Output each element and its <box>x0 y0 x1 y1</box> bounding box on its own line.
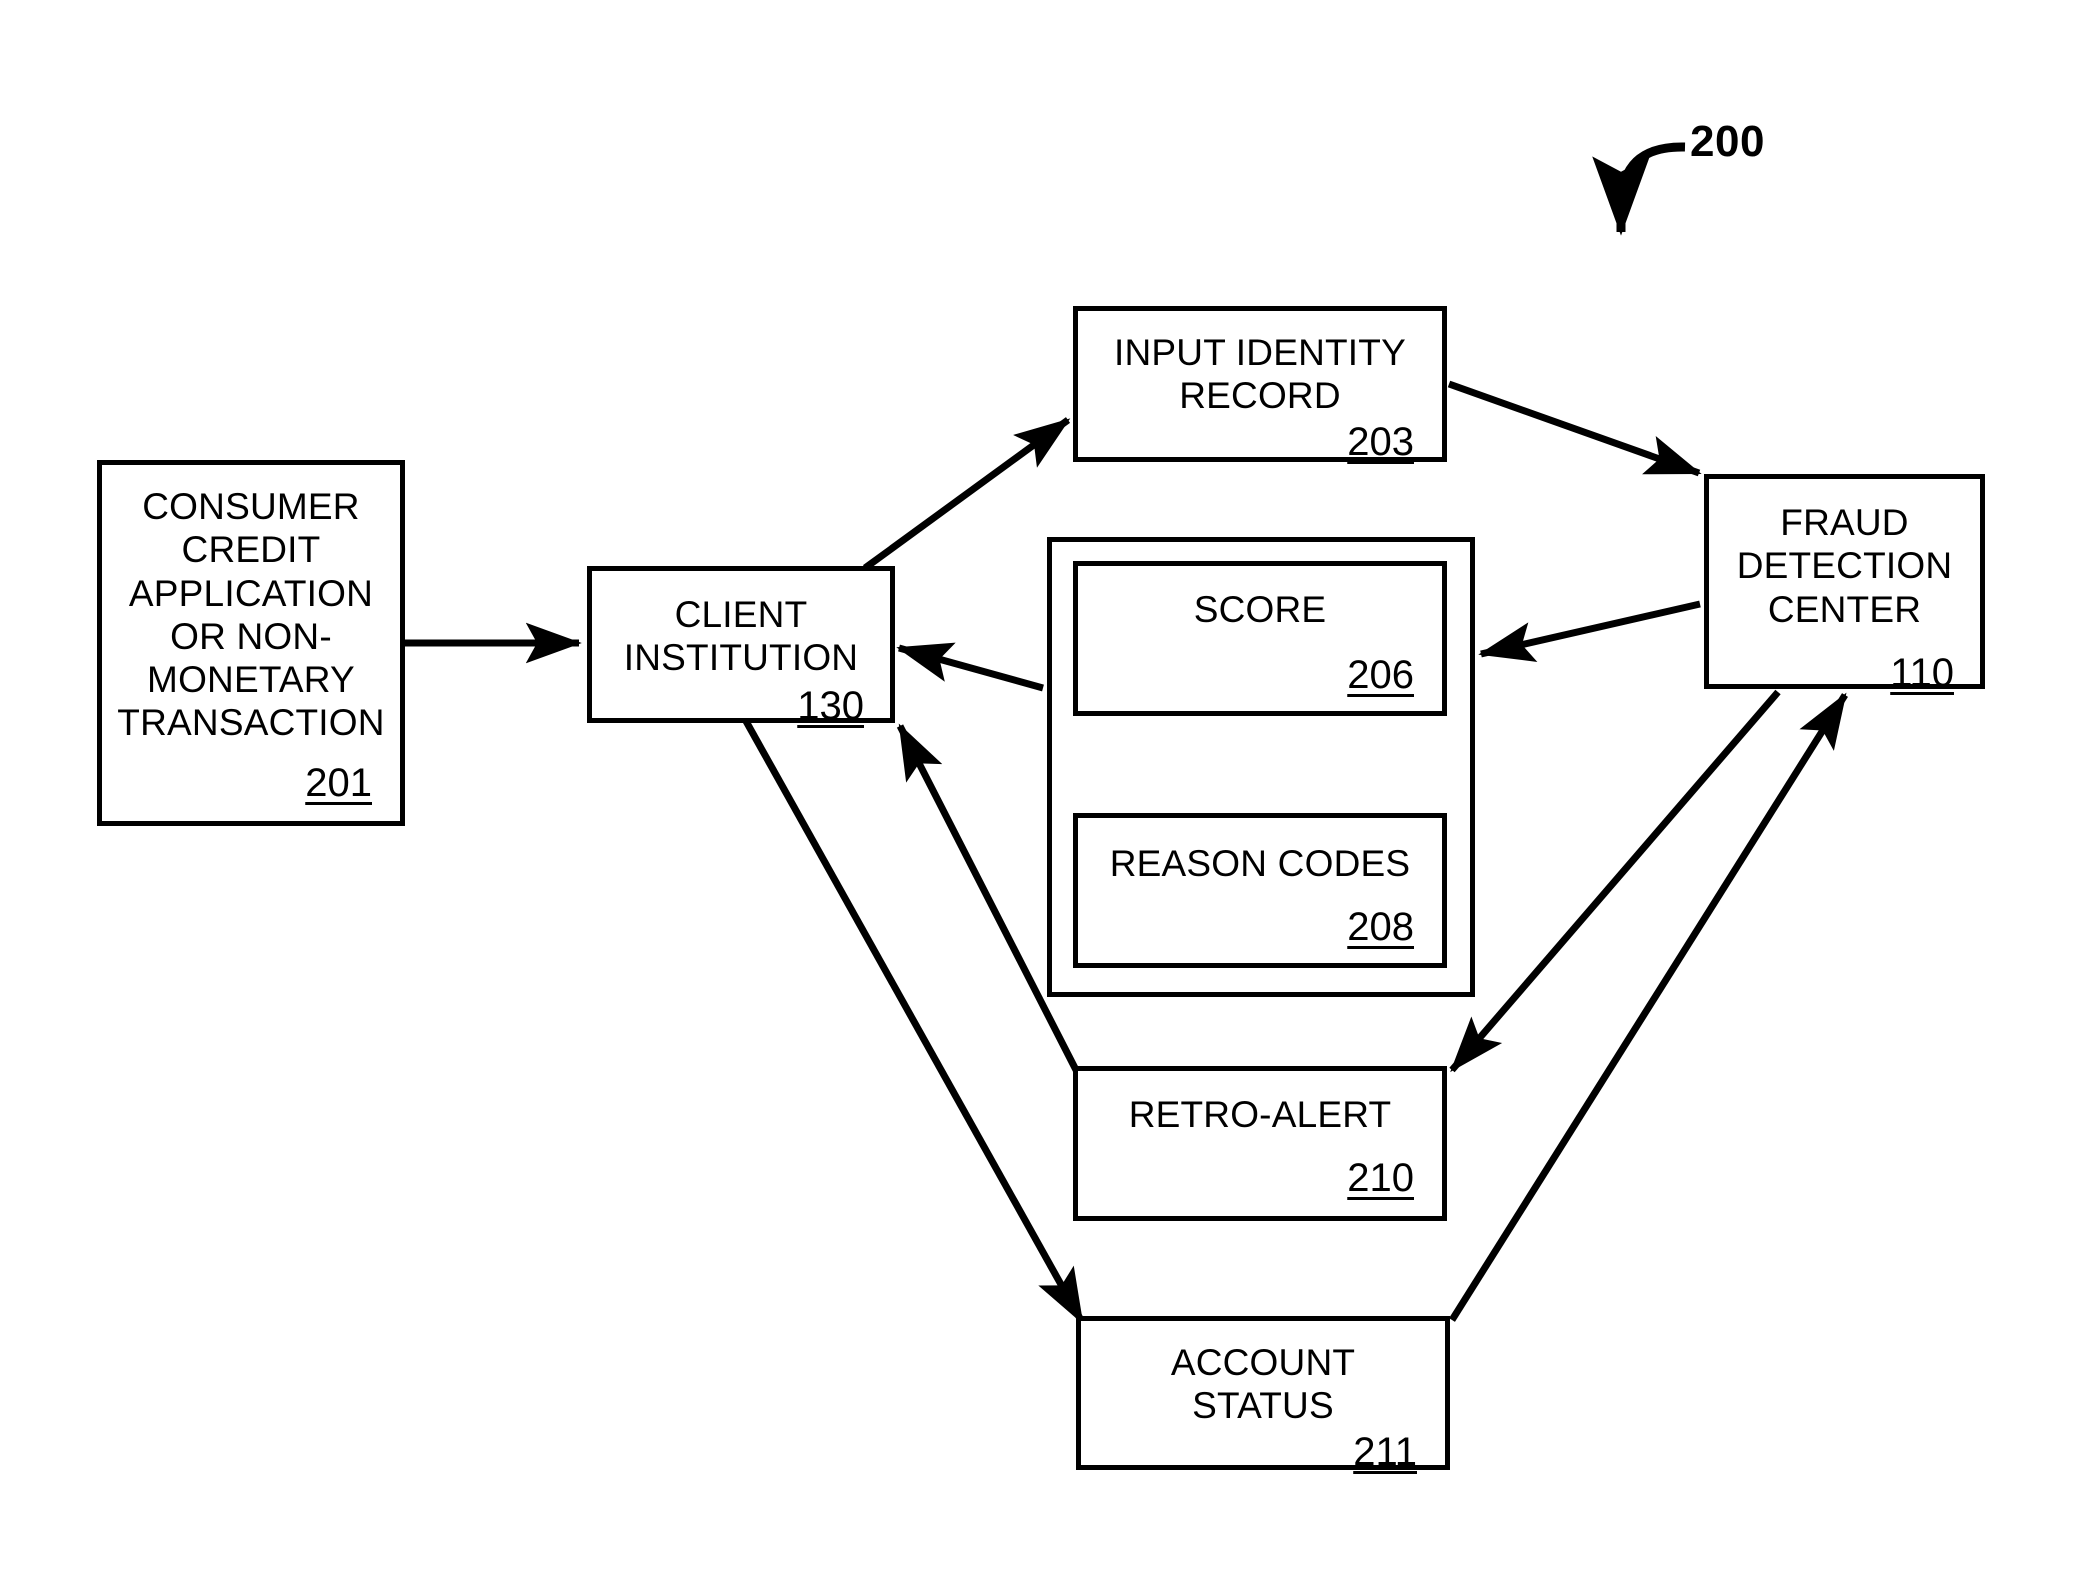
node-title: REASON CODES <box>1109 843 1411 884</box>
figure-leader-arrow <box>1592 142 1686 236</box>
figure-reference-numeral: 200 <box>1690 117 1765 166</box>
node-reference-numeral: 208 <box>1347 905 1414 950</box>
connector-110-to-210 <box>1449 689 1781 1073</box>
node-reference-numeral: 206 <box>1347 653 1414 698</box>
node-title: ACCOUNT STATUS <box>1170 1342 1356 1427</box>
connector-130-to-203 <box>862 417 1071 571</box>
patent-figure-200: CONSUMER CREDIT APPLICATION OR NON- MONE… <box>0 0 2090 1596</box>
node-reference-numeral: 210 <box>1347 1156 1414 1201</box>
node-title: FRAUD DETECTION CENTER <box>1736 502 1953 630</box>
node-consumer-credit-application[interactable]: CONSUMER CREDIT APPLICATION OR NON- MONE… <box>97 460 405 826</box>
connector-score-group-to-130 <box>896 642 1044 692</box>
connector-211-to-110 <box>1449 692 1848 1322</box>
node-score[interactable]: SCORE 206 <box>1073 561 1447 716</box>
node-title: CONSUMER CREDIT APPLICATION OR NON- MONE… <box>117 486 385 744</box>
node-reference-numeral: 130 <box>797 683 864 728</box>
node-title: RETRO-ALERT <box>1128 1094 1392 1135</box>
connector-130-to-211 <box>738 712 1086 1325</box>
node-title: CLIENT INSTITUTION <box>623 594 859 679</box>
node-reason-codes[interactable]: REASON CODES 208 <box>1073 813 1447 968</box>
connector-110-to-score-group <box>1478 600 1701 662</box>
node-reference-numeral: 110 <box>1890 650 1954 695</box>
node-input-identity-record[interactable]: INPUT IDENTITY RECORD 203 <box>1073 306 1447 462</box>
node-account-status[interactable]: ACCOUNT STATUS 211 <box>1076 1316 1450 1474</box>
node-reference-numeral: 201 <box>305 760 372 805</box>
node-client-institution[interactable]: CLIENT INSTITUTION 130 <box>587 566 895 728</box>
node-fraud-detection-center[interactable]: FRAUD DETECTION CENTER 110 <box>1704 474 1985 693</box>
connector-203-to-110 <box>1447 380 1702 477</box>
node-reference-numeral: 211 <box>1353 1429 1417 1474</box>
node-retro-alert[interactable]: RETRO-ALERT 210 <box>1073 1066 1447 1221</box>
node-title: SCORE <box>1193 589 1327 630</box>
node-reference-numeral: 203 <box>1347 419 1414 464</box>
node-title: INPUT IDENTITY RECORD <box>1114 332 1406 417</box>
